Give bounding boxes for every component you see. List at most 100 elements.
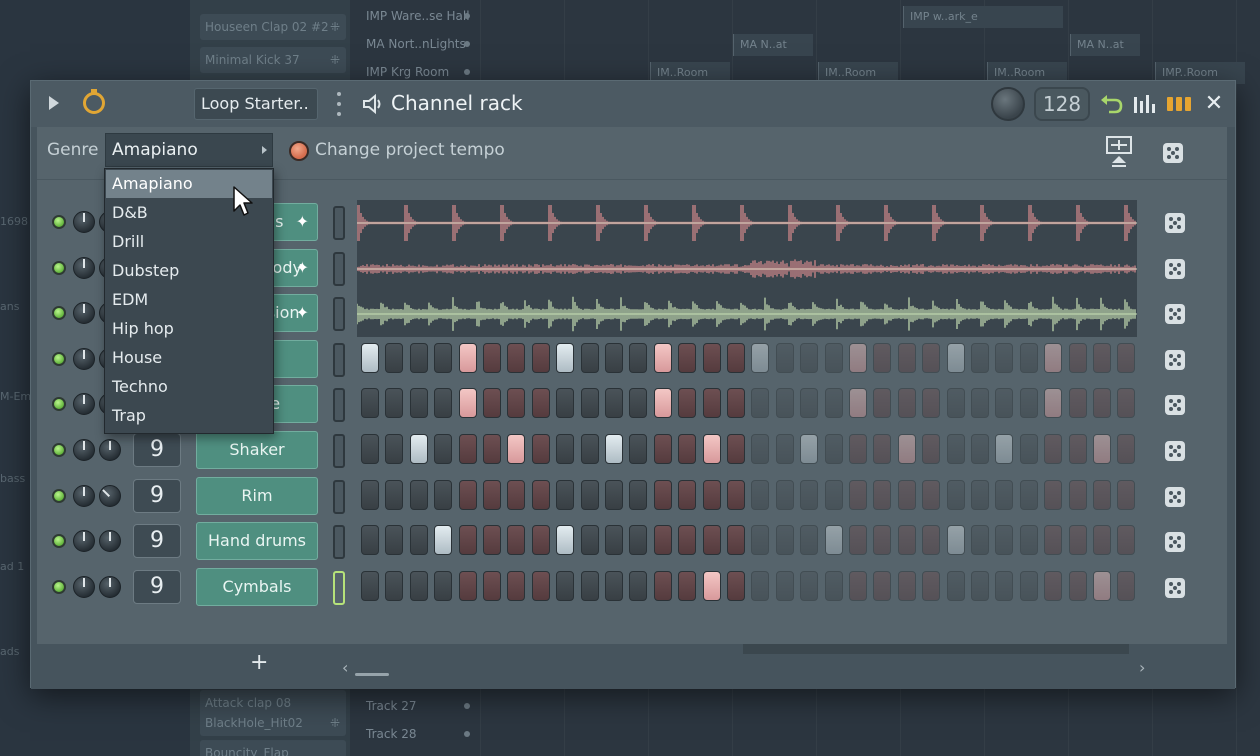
step-button[interactable] <box>1117 342 1136 373</box>
step-button[interactable] <box>409 388 428 419</box>
step-button[interactable] <box>1019 479 1038 510</box>
step-button[interactable] <box>702 434 721 464</box>
step-button[interactable] <box>922 388 941 419</box>
step-button[interactable] <box>629 434 648 464</box>
step-button[interactable] <box>946 388 965 419</box>
step-button[interactable] <box>1068 434 1087 464</box>
step-button[interactable] <box>946 342 965 373</box>
step-button[interactable] <box>1019 388 1038 419</box>
step-button[interactable] <box>385 479 404 510</box>
step-button[interactable] <box>849 342 867 373</box>
step-button[interactable] <box>971 388 989 419</box>
step-button[interactable] <box>434 434 453 464</box>
step-button[interactable] <box>434 479 453 510</box>
step-button[interactable] <box>1117 570 1136 601</box>
step-button[interactable] <box>434 388 453 419</box>
genre-option[interactable]: Dubstep <box>106 257 272 285</box>
channel-mute-led[interactable] <box>52 260 66 275</box>
title-bar[interactable]: Loop Starter.. Channel rack 128 ✕ <box>31 81 1235 127</box>
step-button[interactable] <box>775 388 794 419</box>
step-button[interactable] <box>1044 479 1063 510</box>
step-button[interactable] <box>1117 388 1136 419</box>
step-button[interactable] <box>1068 525 1087 556</box>
mixer-icon[interactable] <box>1132 93 1158 115</box>
step-button[interactable] <box>361 570 379 601</box>
step-button[interactable] <box>653 570 672 601</box>
step-button[interactable] <box>824 388 843 419</box>
step-button[interactable] <box>873 525 892 556</box>
step-button[interactable] <box>1068 342 1087 373</box>
channel-mute-led[interactable] <box>52 215 66 229</box>
step-button[interactable] <box>361 342 379 373</box>
step-button[interactable] <box>849 570 867 601</box>
step-button[interactable] <box>1117 479 1136 510</box>
step-button[interactable] <box>1093 342 1111 373</box>
step-button[interactable] <box>702 479 721 510</box>
step-button[interactable] <box>897 342 916 373</box>
change-tempo-toggle[interactable] <box>289 141 309 161</box>
pattern-icon[interactable] <box>1166 93 1192 115</box>
audio-waveform[interactable] <box>356 200 1137 246</box>
pan-knob[interactable] <box>73 575 95 598</box>
step-button[interactable] <box>653 434 672 464</box>
channel-select[interactable] <box>333 479 345 514</box>
channel-select[interactable] <box>333 434 345 468</box>
step-button[interactable] <box>556 342 575 373</box>
step-button[interactable] <box>531 525 550 556</box>
volume-knob[interactable] <box>99 439 121 461</box>
step-button[interactable] <box>971 479 989 510</box>
step-button[interactable] <box>605 388 623 419</box>
step-button[interactable] <box>922 570 941 601</box>
step-button[interactable] <box>678 525 697 556</box>
pan-knob[interactable] <box>73 256 95 279</box>
scroll-right-icon[interactable]: › <box>1139 658 1145 677</box>
mixer-route[interactable]: 9 <box>133 524 181 559</box>
step-button[interactable] <box>556 434 575 464</box>
step-button[interactable] <box>434 570 453 601</box>
step-button[interactable] <box>483 388 501 419</box>
step-button[interactable] <box>605 479 623 510</box>
step-button[interactable] <box>531 479 550 510</box>
step-button[interactable] <box>434 525 453 556</box>
pan-knob[interactable] <box>73 484 95 507</box>
step-button[interactable] <box>971 570 989 601</box>
step-button[interactable] <box>678 434 697 464</box>
step-button[interactable] <box>800 525 819 556</box>
step-button[interactable] <box>946 479 965 510</box>
step-button[interactable] <box>751 342 770 373</box>
volume-knob[interactable] <box>99 484 121 507</box>
step-button[interactable] <box>1019 570 1038 601</box>
step-button[interactable] <box>580 525 599 556</box>
step-button[interactable] <box>775 570 794 601</box>
step-button[interactable] <box>385 342 404 373</box>
step-button[interactable] <box>824 434 843 464</box>
step-button[interactable] <box>897 434 916 464</box>
channel-select[interactable] <box>333 570 345 605</box>
step-button[interactable] <box>361 434 379 464</box>
step-button[interactable] <box>483 525 501 556</box>
step-button[interactable] <box>995 525 1014 556</box>
step-button[interactable] <box>897 570 916 601</box>
genre-option[interactable]: House <box>106 344 272 372</box>
step-button[interactable] <box>702 342 721 373</box>
channel-select[interactable] <box>333 342 345 377</box>
pan-knob[interactable] <box>73 302 95 325</box>
step-button[interactable] <box>483 434 501 464</box>
channel-mute-led[interactable] <box>52 488 66 503</box>
step-button[interactable] <box>483 479 501 510</box>
export-icon[interactable] <box>1104 135 1134 169</box>
step-button[interactable] <box>385 570 404 601</box>
close-icon[interactable]: ✕ <box>1203 93 1225 115</box>
step-button[interactable] <box>605 525 623 556</box>
step-button[interactable] <box>897 388 916 419</box>
step-button[interactable] <box>1044 388 1063 419</box>
step-button[interactable] <box>1117 525 1136 556</box>
mixer-route[interactable]: 9 <box>133 569 181 604</box>
step-button[interactable] <box>946 434 965 464</box>
step-button[interactable] <box>1068 388 1087 419</box>
step-button[interactable] <box>507 479 526 510</box>
step-button[interactable] <box>824 525 843 556</box>
step-button[interactable] <box>727 525 745 556</box>
step-button[interactable] <box>702 525 721 556</box>
step-button[interactable] <box>531 434 550 464</box>
